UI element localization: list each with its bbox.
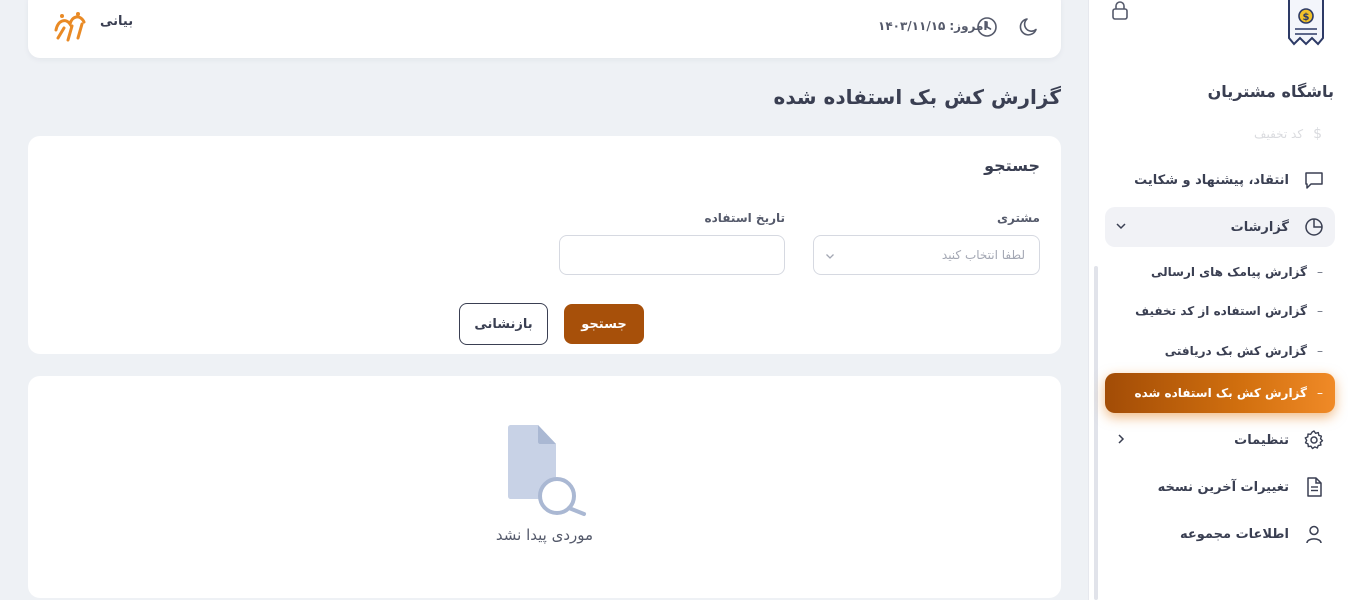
customer-select-placeholder: لطفا انتخاب کنید <box>941 248 1025 262</box>
dash-marker: – <box>1317 304 1323 318</box>
sidebar-sub-label: گزارش کش بک دریافتی <box>1164 344 1307 358</box>
results-card: موردی پیدا نشد <box>28 376 1061 598</box>
sidebar-sub-label: گزارش پیامک های ارسالی <box>1151 265 1307 279</box>
sidebar-item-feedback[interactable]: انتقاد، پیشنهاد و شکایت <box>1105 160 1335 200</box>
search-button[interactable]: جستجو <box>564 304 644 344</box>
svg-text:$: $ <box>1303 12 1310 23</box>
dash-marker: – <box>1317 265 1323 279</box>
sidebar-sub-label: گزارش استفاده از کد تخفیف <box>1135 304 1307 318</box>
page-title: گزارش کش بک استفاده شده <box>773 85 1061 109</box>
chat-icon <box>1303 169 1325 191</box>
today-value: ۱۴۰۳/۱۱/۱۵ <box>878 19 946 33</box>
file-search-icon <box>508 425 586 516</box>
club-title: باشگاه مشتریان <box>1207 82 1334 101</box>
sidebar-sub-discount-report[interactable]: – گزارش استفاده از کد تخفیف <box>1105 291 1335 331</box>
brand-logo <box>54 12 86 42</box>
search-heading: جستجو <box>984 156 1040 175</box>
sidebar-item-label: تنظیمات <box>1234 432 1289 448</box>
sidebar-item-discount-code[interactable]: $ کد تخفیف <box>1122 124 1322 144</box>
sidebar-scrollbar[interactable] <box>1094 266 1098 600</box>
search-card: جستجو مشتری لطفا انتخاب کنید تاریخ استفا… <box>28 136 1061 354</box>
chevron-down-icon <box>1116 223 1126 230</box>
receipt-dollar-icon: $ <box>1288 0 1324 46</box>
sidebar-sub-cashback-used[interactable]: – گزارش کش بک استفاده شده <box>1105 373 1335 413</box>
chevron-right-icon <box>1118 434 1125 444</box>
moon-icon[interactable] <box>1018 16 1040 38</box>
dollar-icon: $ <box>1313 126 1322 142</box>
sidebar-sub-cashback-received[interactable]: – گزارش کش بک دریافتی <box>1105 331 1335 371</box>
clock-icon <box>977 17 997 37</box>
sidebar: $ باشگاه مشتریان $ کد تخفیف انتقاد، پیشن… <box>1088 0 1348 600</box>
lock-icon[interactable] <box>1110 0 1130 20</box>
reset-button[interactable]: بازنشانی <box>459 303 548 345</box>
top-bar: بیانی امروز: ۱۴۰۳/۱۱/۱۵ <box>28 0 1061 58</box>
pie-chart-icon <box>1303 216 1325 238</box>
gear-icon <box>1303 429 1325 451</box>
sidebar-item-label: اطلاعات مجموعه <box>1180 526 1289 542</box>
sidebar-item-org-info[interactable]: اطلاعات مجموعه <box>1105 514 1335 554</box>
customer-label: مشتری <box>996 211 1040 225</box>
document-icon <box>1303 476 1325 498</box>
sidebar-item-settings[interactable]: تنظیمات <box>1105 420 1335 460</box>
sidebar-item-label: تغییرات آخرین نسخه <box>1157 479 1289 495</box>
usage-date-input[interactable] <box>559 235 785 275</box>
dash-marker: – <box>1317 386 1323 400</box>
user-icon <box>1303 523 1325 545</box>
sidebar-item-changelog[interactable]: تغییرات آخرین نسخه <box>1105 467 1335 507</box>
today-date: امروز: ۱۴۰۳/۱۱/۱۵ <box>878 16 988 36</box>
empty-state-text: موردی پیدا نشد <box>495 526 594 544</box>
sidebar-item-label: گزارشات <box>1230 219 1289 235</box>
sidebar-item-label: انتقاد، پیشنهاد و شکایت <box>1134 172 1289 188</box>
usage-date-label: تاریخ استفاده <box>704 211 785 225</box>
customer-select[interactable]: لطفا انتخاب کنید <box>813 235 1040 275</box>
username[interactable]: بیانی <box>100 14 133 29</box>
sidebar-item-reports[interactable]: گزارشات <box>1105 207 1335 247</box>
sidebar-item-label: کد تخفیف <box>1254 127 1304 141</box>
sidebar-sub-sms-report[interactable]: – گزارش پیامک های ارسالی <box>1105 252 1335 292</box>
dash-marker: – <box>1317 344 1323 358</box>
chevron-down-icon <box>826 254 834 259</box>
sidebar-sub-label: گزارش کش بک استفاده شده <box>1134 386 1307 400</box>
